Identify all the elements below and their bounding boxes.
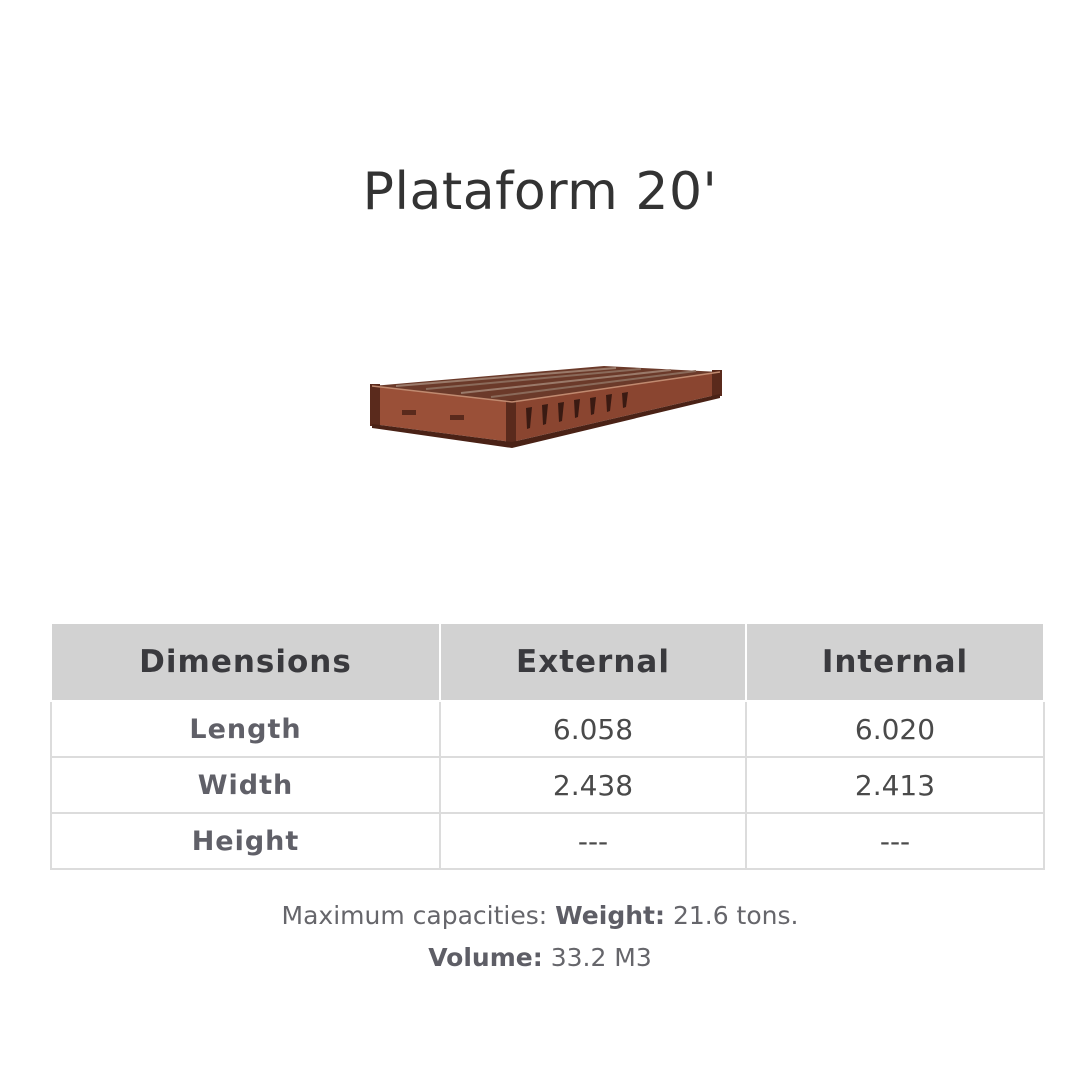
capacities-prefix: Maximum capacities:	[281, 901, 548, 930]
width-internal: 2.413	[745, 756, 1045, 814]
header-external: External	[439, 622, 747, 702]
capacities-line-2: Volume: 33.2 M3	[0, 937, 1080, 979]
length-internal: 6.020	[745, 700, 1045, 758]
page-title: Plataform 20'	[362, 162, 718, 222]
table-header-row: Dimensions External Internal	[50, 622, 1045, 702]
weight-label: Weight:	[555, 901, 665, 930]
length-external: 6.058	[439, 700, 747, 758]
header-dimensions: Dimensions	[50, 622, 441, 702]
capacities-line-1: Maximum capacities: Weight: 21.6 tons.	[0, 895, 1080, 937]
weight-value: 21.6 tons.	[672, 901, 799, 930]
table-row: Length 6.058 6.020	[50, 700, 1045, 758]
row-label-length: Length	[50, 700, 441, 758]
table-row: Height --- ---	[50, 812, 1045, 870]
row-label-width: Width	[50, 756, 441, 814]
volume-value: 33.2 M3	[550, 943, 652, 972]
height-external: ---	[439, 812, 747, 870]
capacities-note: Maximum capacities: Weight: 21.6 tons. V…	[0, 895, 1080, 979]
table-row: Width 2.438 2.413	[50, 756, 1045, 814]
row-label-height: Height	[50, 812, 441, 870]
width-external: 2.438	[439, 756, 747, 814]
height-internal: ---	[745, 812, 1045, 870]
volume-label: Volume:	[428, 943, 543, 972]
flat-rack-container-icon	[370, 366, 722, 448]
header-internal: Internal	[745, 622, 1045, 702]
dimensions-table: Dimensions External Internal Length 6.05…	[50, 622, 1045, 870]
